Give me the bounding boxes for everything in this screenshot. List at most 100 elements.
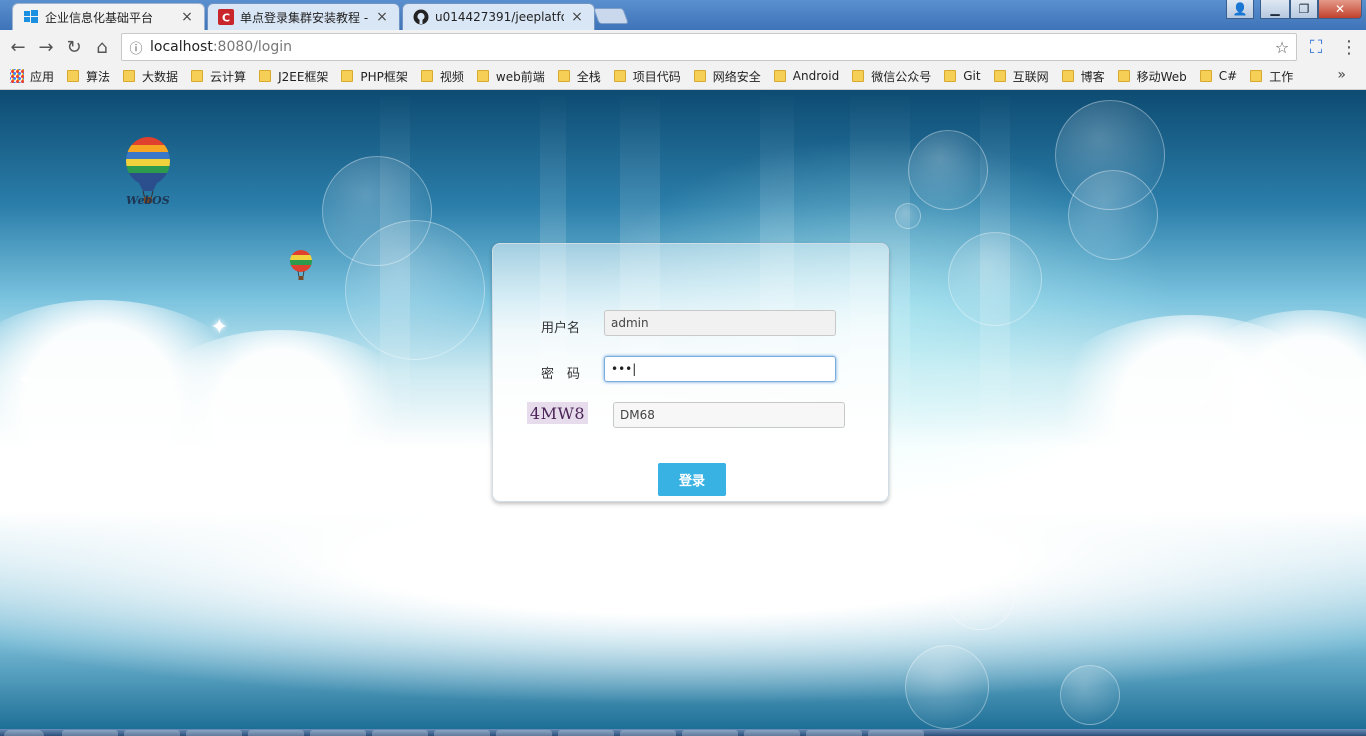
background-bubble [948,232,1042,326]
taskbar-item[interactable] [620,730,676,736]
background-bubble [908,130,988,210]
tab-sso-tutorial[interactable]: C 单点登录集群安装教程 - × [207,3,400,30]
folder-icon [259,70,272,82]
taskbar-item[interactable] [186,730,242,736]
tab-title: 企业信息化基础平台 [45,10,154,25]
bookmark-label: 网络安全 [712,69,761,84]
folder-icon [1250,70,1263,82]
background-bubble [945,560,1015,630]
bookmark-folder[interactable]: Android [773,68,839,85]
tab-close-icon[interactable]: × [375,9,389,25]
taskbar-item[interactable] [310,730,366,736]
folder-icon [1199,70,1212,82]
browser-tab-strip: 企业信息化基础平台 × C 单点登录集群安装教程 - × u014427391/… [0,0,1366,30]
profile-icon[interactable]: 👤 [1226,0,1254,19]
new-tab-button[interactable] [593,8,629,24]
bookmark-folder[interactable]: 视频 [420,68,464,85]
svg-text:C: C [222,12,230,25]
back-arrow-icon[interactable]: ← [7,36,29,58]
bookmark-folder[interactable]: web前端 [476,68,545,85]
taskbar-item[interactable] [806,730,862,736]
bookmark-folder[interactable]: 互联网 [993,68,1049,85]
bookmark-folder[interactable]: PHP框架 [341,68,408,85]
maximize-button[interactable]: ❐ [1290,0,1318,19]
taskbar-item[interactable] [434,730,490,736]
taskbar-item[interactable] [124,730,180,736]
taskbar-item[interactable] [682,730,738,736]
minimize-button[interactable]: ▁ [1260,0,1290,19]
taskbar-item[interactable] [62,730,118,736]
tab-close-icon[interactable]: × [570,9,584,25]
captcha-image[interactable]: 4MW8 [527,402,588,424]
login-button[interactable]: 登录 [658,463,726,496]
taskbar-item[interactable] [496,730,552,736]
bookmarks-bar: 应用 算法 大数据 云计算 J2EE框架 PHP框架 视频 web前端 全栈 项目代码 网络安全 A… [0,63,1366,90]
username-input[interactable]: admin [604,310,836,336]
bookmark-label: 视频 [439,69,464,84]
start-button[interactable] [4,730,44,736]
folder-icon [476,70,489,82]
bookmark-folder[interactable]: 博客 [1061,68,1105,85]
tab-github-jeeplatform[interactable]: u014427391/jeeplatfor × [402,3,595,30]
folder-icon [944,70,957,82]
taskbar-item[interactable] [868,730,924,736]
address-bar[interactable]: ⓘ localhost:8080/login ☆ [121,33,1297,61]
screen: 企业信息化基础平台 × C 单点登录集群安装教程 - × u014427391/… [0,0,1366,736]
bookmark-label: 工作 [1269,69,1294,84]
close-window-button[interactable]: ✕ [1318,0,1362,19]
bookmark-label: 应用 [30,69,55,84]
bookmark-folder[interactable]: 算法 [67,68,110,85]
bookmark-label: PHP框架 [360,69,408,84]
folder-icon [773,70,786,82]
folder-icon [67,70,80,82]
logo-text: WebOS [126,194,170,207]
bookmark-label: 移动Web [1136,69,1187,84]
taskbar-item[interactable] [372,730,428,736]
menu-icon[interactable]: ⋮ [1338,36,1360,58]
bookmark-folder[interactable]: Git [944,68,981,85]
sparkle-icon: ✦ [1195,392,1209,411]
bookmark-apps[interactable]: 应用 [10,68,54,85]
taskbar-item[interactable] [744,730,800,736]
home-icon[interactable]: ⌂ [91,36,113,58]
url-text[interactable]: localhost:8080/login [150,39,1268,55]
bookmark-folder[interactable]: 项目代码 [613,68,681,85]
tab-close-icon[interactable]: × [180,9,194,25]
bookmark-label: C# [1218,69,1238,83]
bookmark-folder[interactable]: C# [1199,68,1238,85]
window-controls: 👤 ▁ ❐ ✕ [1226,0,1362,20]
bookmark-folder[interactable]: 移动Web [1117,68,1187,85]
bookmark-folder[interactable]: 云计算 [191,68,246,85]
bookmark-star-icon[interactable]: ☆ [1268,38,1296,57]
bookmark-folder[interactable]: J2EE框架 [259,68,328,85]
tab-enterprise-platform[interactable]: 企业信息化基础平台 × [12,3,205,30]
bookmark-label: Git [963,69,981,83]
folder-icon [191,70,204,82]
folder-icon [613,70,626,82]
background-bubble [895,203,921,229]
sparkle-icon: ✦ [210,315,229,340]
site-info-icon[interactable]: ⓘ [122,38,150,57]
captcha-input[interactable]: DM68 [613,402,845,428]
cast-icon[interactable]: ⛶ [1305,36,1327,58]
bookmark-folder[interactable]: 网络安全 [693,68,761,85]
taskbar-item[interactable] [558,730,614,736]
bookmark-label: 大数据 [142,69,179,84]
bookmark-label: 互联网 [1012,69,1049,84]
forward-arrow-icon[interactable]: → [35,36,57,58]
bookmark-label: 博客 [1080,69,1105,84]
reload-icon[interactable]: ↻ [63,36,85,58]
bookmark-folder[interactable]: 全栈 [557,68,601,85]
more-bookmarks-icon[interactable]: » [1337,67,1346,83]
page-viewport: ✦ ✦ ✦ ✦ ✦ WebOS 用户名 admin 密 码 •••| 4MW8 … [0,90,1366,729]
bookmark-folder[interactable]: 工作 [1250,68,1293,85]
bookmark-folder[interactable]: 微信公众号 [852,68,931,85]
folder-icon [420,70,433,82]
folder-icon [852,70,865,82]
folder-icon [693,70,706,82]
password-input[interactable]: •••| [604,356,836,382]
background-bubble [1068,170,1158,260]
taskbar-item[interactable] [248,730,304,736]
tab-title: u014427391/jeeplatfor [435,10,564,24]
bookmark-folder[interactable]: 大数据 [123,68,178,85]
